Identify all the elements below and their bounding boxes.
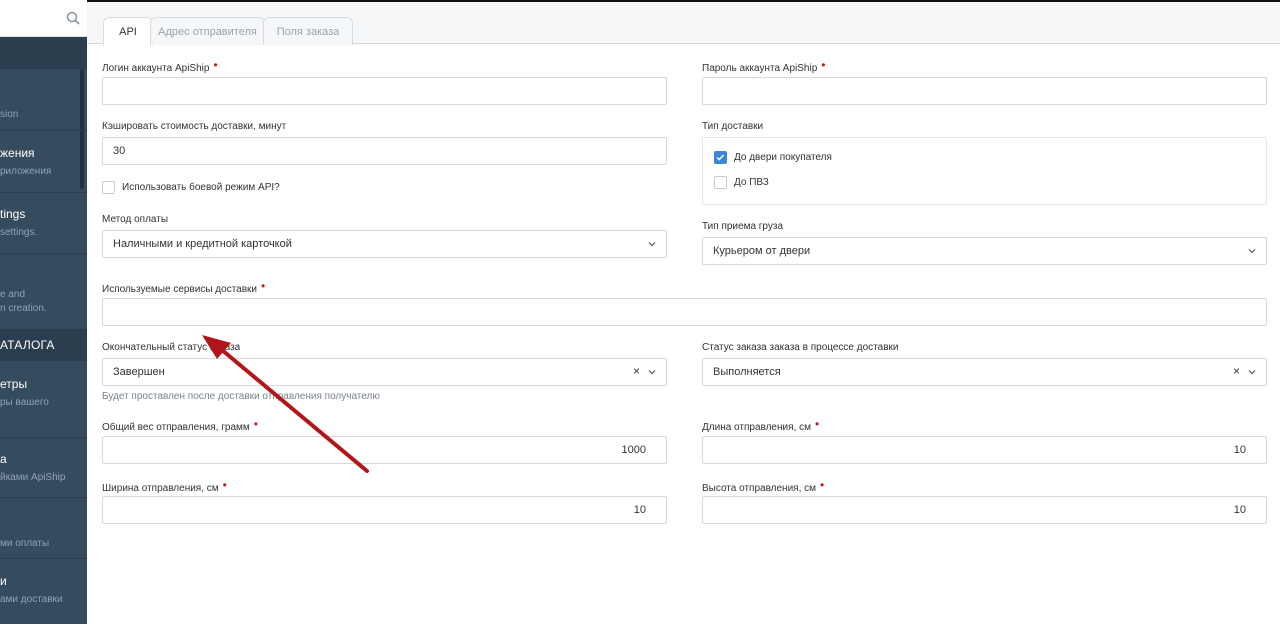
chevron-down-icon (1248, 249, 1256, 254)
pickup-type-label: Тип приема груза (702, 221, 784, 232)
cache-input[interactable]: 30 (102, 137, 667, 165)
cache-value: 30 (113, 145, 126, 157)
sidebar-item[interactable]: tings settings. (0, 207, 80, 240)
login-label: Логин аккаунта ApiShip • (102, 58, 218, 74)
combat-mode-label: Использовать боевой режим API? (122, 182, 280, 193)
required-marker: • (253, 417, 258, 431)
required-marker: • (222, 478, 227, 492)
main-content: API Адрес отправителя Поля заказа Логин … (87, 2, 1280, 624)
sidebar-item-title: а (0, 452, 7, 466)
tab-bar: API Адрес отправителя Поля заказа (87, 2, 1280, 46)
final-status-hint: Будет проставлен после доставки отправле… (102, 391, 380, 402)
sidebar-item-subtitle: риложения (0, 166, 52, 177)
sidebar-item[interactable]: а йками ApiShip (0, 452, 80, 485)
pickup-type-value: Курьером от двери (713, 245, 811, 257)
door-delivery-checkbox[interactable] (714, 151, 727, 164)
height-input[interactable]: 10 (702, 496, 1267, 524)
sidebar-item-subtitle: ми оплаты (0, 538, 50, 549)
pickup-point-label: До ПВЗ (734, 177, 769, 188)
delivery-type-box: До двери покупателя До ПВЗ (702, 137, 1267, 205)
delivery-type-label: Тип доставки (702, 121, 764, 132)
sidebar-section-label: АТАЛОГА (0, 338, 55, 352)
payment-method-select[interactable]: Наличными и кредитной карточкой (102, 230, 667, 258)
divider (0, 437, 87, 438)
required-marker: • (821, 58, 826, 72)
clear-icon[interactable]: × (1233, 364, 1240, 378)
sidebar-item-title: tings (0, 207, 26, 221)
required-marker: • (820, 478, 825, 492)
sidebar-item-subtitle: ры вашего (0, 397, 49, 408)
height-label: Высота отправления, см • (702, 478, 825, 494)
required-marker: • (814, 417, 820, 431)
tab-api[interactable]: API (103, 17, 153, 46)
clear-icon[interactable]: × (633, 364, 640, 378)
chevron-down-icon (648, 370, 656, 375)
search-icon[interactable] (66, 11, 80, 25)
final-status-label: Окончательный статус заказа (102, 342, 241, 353)
tab-sender-address[interactable]: Адрес отправителя (150, 17, 265, 45)
delivery-status-select[interactable]: Выполняется × (702, 358, 1267, 386)
width-input[interactable]: 10 (102, 496, 667, 524)
pickup-type-select[interactable]: Курьером от двери (702, 237, 1267, 265)
divider (0, 558, 87, 559)
delivery-status-label: Статус заказа заказа в процессе доставки (702, 342, 899, 353)
weight-value: 1000 (621, 444, 646, 456)
sidebar-item-title: жения (0, 146, 35, 160)
sidebar-item[interactable]: e and n creation. (0, 283, 80, 316)
sidebar-scrollbar[interactable] (80, 69, 84, 189)
sidebar-item-subtitle: ами доставки (0, 594, 63, 605)
services-label: Используемые сервисы доставки • (102, 279, 266, 295)
delivery-status-value: Выполняется (713, 366, 781, 378)
weight-input[interactable]: 1000 (102, 436, 667, 464)
payment-method-label: Метод оплаты (102, 214, 169, 225)
required-marker: • (213, 58, 218, 72)
width-label: Ширина отправления, см • (102, 478, 227, 494)
sidebar-item-subtitle: e and n creation. (0, 289, 47, 314)
sidebar-item-title: и (0, 574, 7, 588)
sidebar: sion жения риложения tings settings. e a… (0, 0, 87, 624)
door-delivery-label: До двери покупателя (734, 152, 832, 163)
sidebar-item[interactable]: етры ры вашего (0, 377, 80, 410)
login-input[interactable] (102, 77, 667, 105)
pickup-point-checkbox[interactable] (714, 176, 727, 189)
height-value: 10 (1233, 504, 1246, 516)
combat-mode-checkbox[interactable] (102, 181, 115, 194)
weight-label: Общий вес отправления, грамм • (102, 417, 258, 433)
sidebar-header (0, 37, 87, 69)
sidebar-item-subtitle: sion (0, 109, 19, 120)
length-value: 10 (1233, 444, 1246, 456)
sidebar-item-subtitle: йками ApiShip (0, 472, 66, 483)
tab-order-fields[interactable]: Поля заказа (263, 17, 353, 45)
sidebar-item[interactable]: жения риложения (0, 146, 80, 179)
password-input[interactable] (702, 77, 1267, 105)
services-input[interactable] (102, 298, 1267, 326)
sidebar-item[interactable]: и ами доставки (0, 574, 80, 607)
payment-method-value: Наличными и кредитной карточкой (113, 238, 292, 250)
sidebar-section-header: АТАЛОГА (0, 329, 87, 361)
sidebar-item-subtitle: settings. (0, 227, 38, 238)
required-marker: • (261, 279, 266, 293)
divider (0, 130, 87, 131)
sidebar-search[interactable] (0, 0, 87, 37)
divider (0, 192, 87, 193)
final-status-select[interactable]: Завершен × (102, 358, 667, 386)
sidebar-item[interactable]: ми оплаты (0, 532, 80, 551)
sidebar-item[interactable]: sion (0, 103, 80, 122)
checkmark-icon (716, 154, 725, 161)
width-value: 10 (633, 504, 646, 516)
length-input[interactable]: 10 (702, 436, 1267, 464)
chevron-down-icon (648, 242, 656, 247)
length-label: Длина отправления, см • (702, 417, 820, 433)
password-label: Пароль аккаунта ApiShip • (702, 58, 826, 74)
chevron-down-icon (1248, 370, 1256, 375)
sidebar-item-title: етры (0, 377, 28, 391)
divider (0, 253, 87, 254)
final-status-value: Завершен (113, 366, 165, 378)
cache-label: Кэшировать стоимость доставки, минут (102, 121, 287, 132)
divider (0, 497, 87, 498)
